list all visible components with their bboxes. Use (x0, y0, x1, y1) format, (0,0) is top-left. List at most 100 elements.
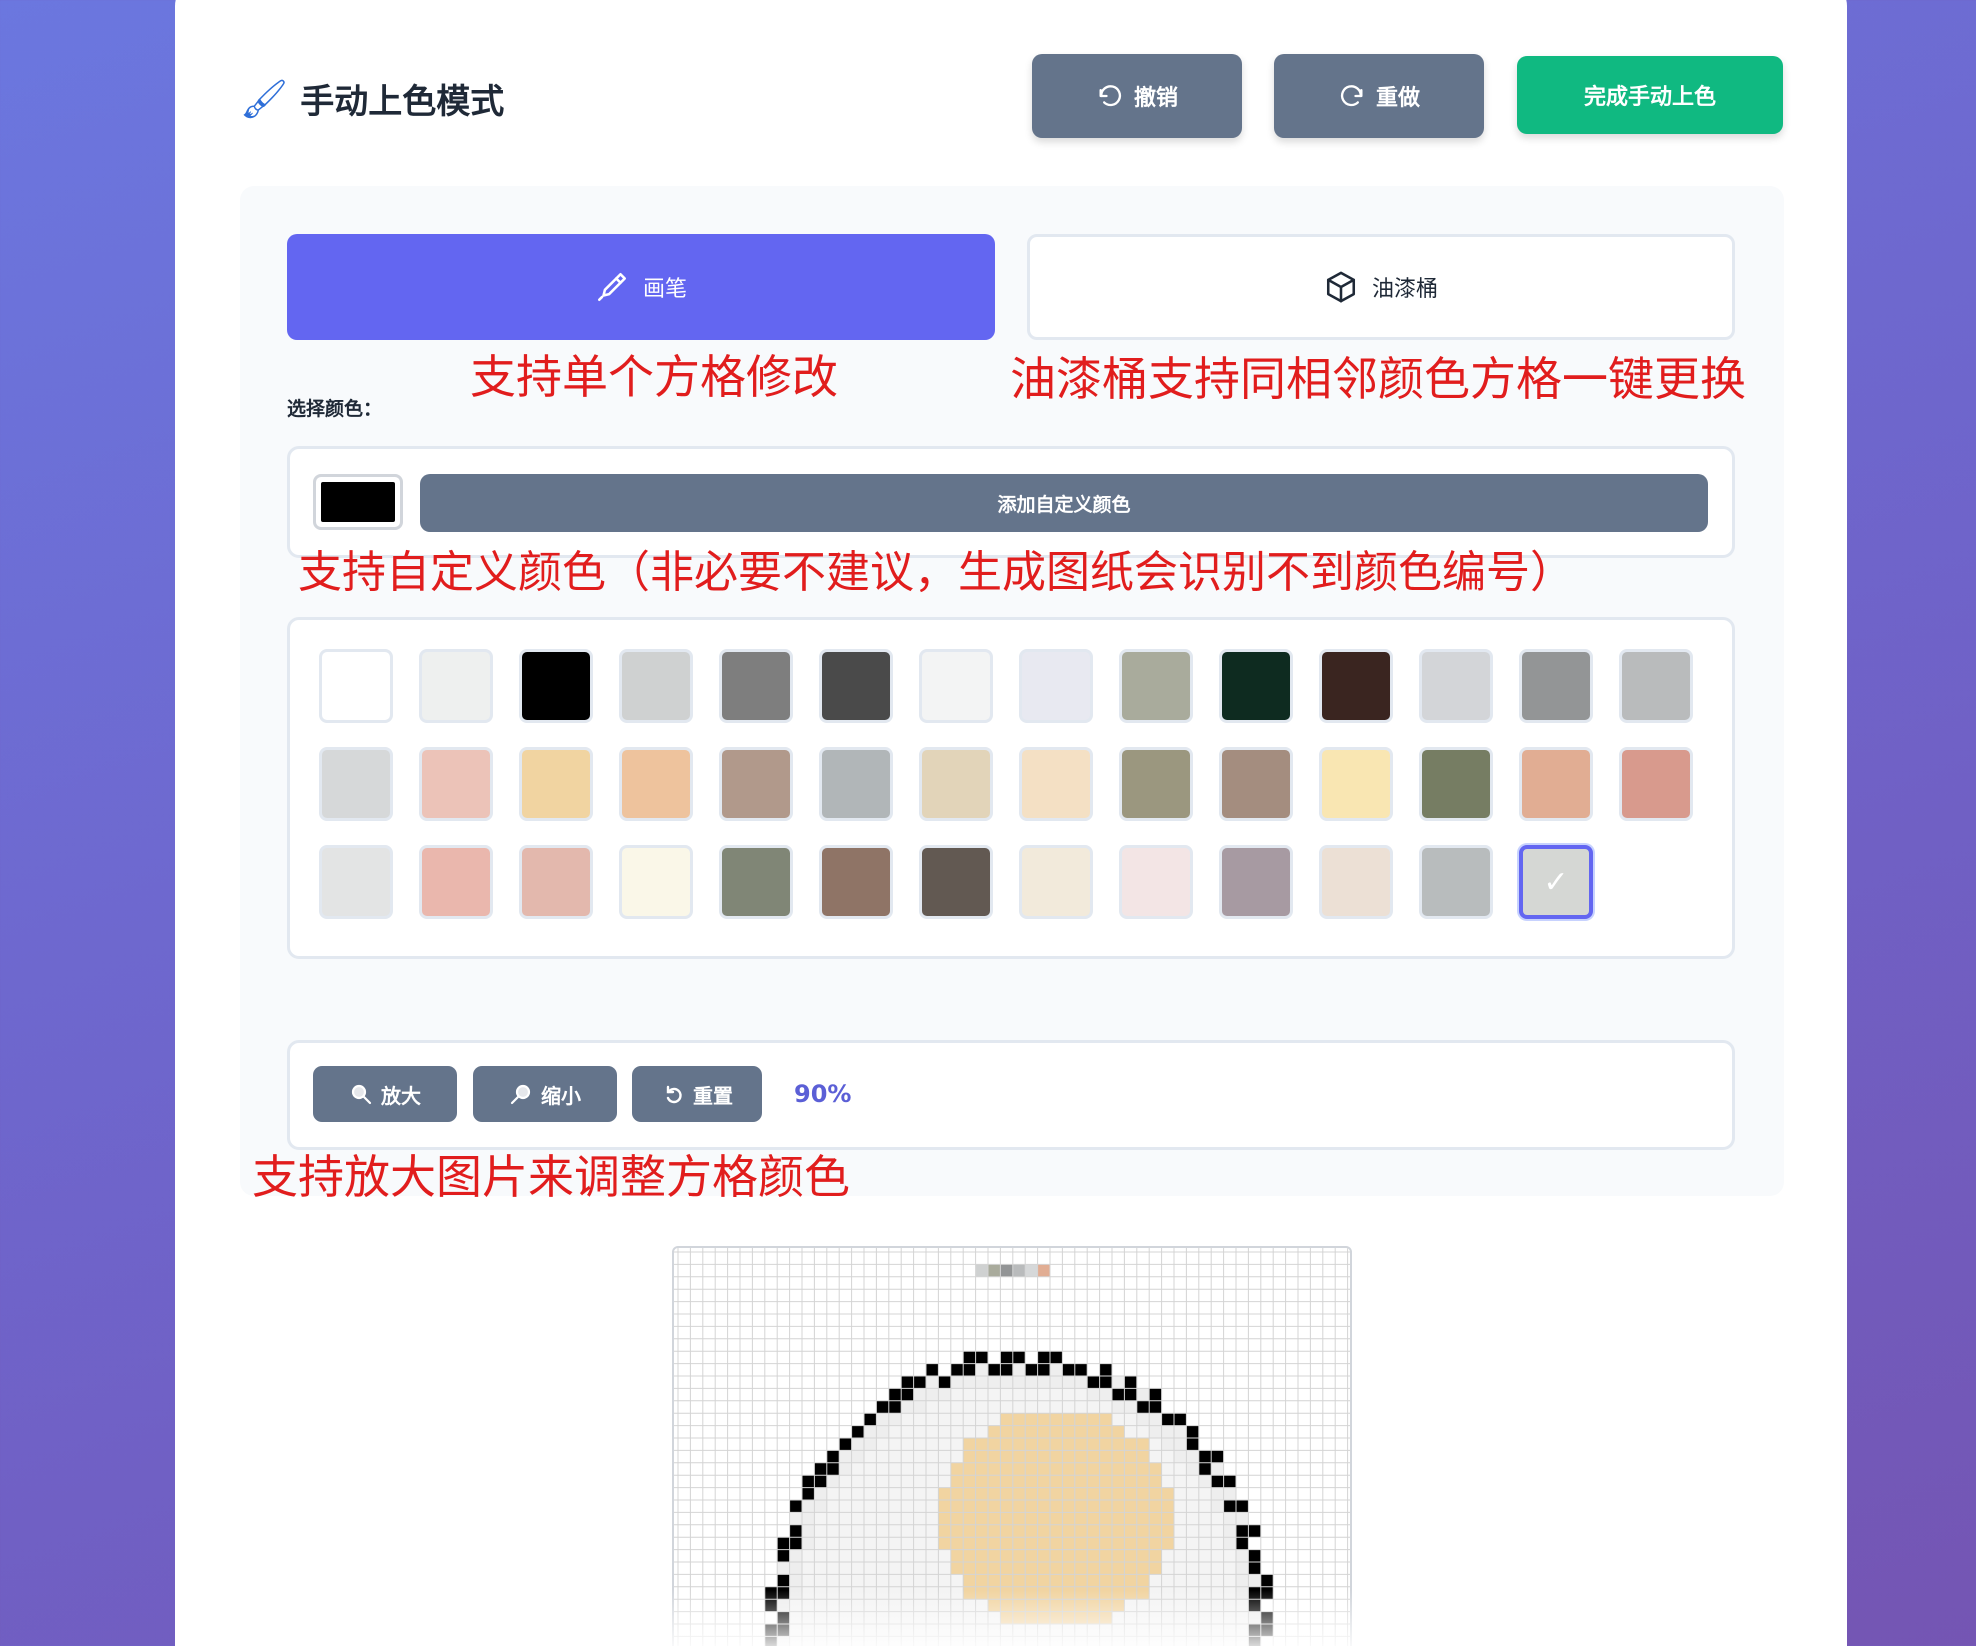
palette-swatch[interactable] (1519, 649, 1593, 723)
palette-swatch[interactable] (719, 845, 793, 919)
palette-swatch[interactable] (419, 649, 493, 723)
color-input-swatch[interactable] (313, 474, 403, 530)
pixel (1136, 1500, 1150, 1513)
brush-annotation: 支持单个方格修改 (470, 350, 838, 404)
pixel (963, 1562, 976, 1575)
pixel (1149, 1500, 1162, 1513)
palette-swatch[interactable] (1219, 747, 1293, 821)
pixel (1087, 1574, 1100, 1587)
palette-swatch[interactable] (1419, 747, 1493, 821)
add-custom-color-button[interactable]: 添加自定义颜色 (420, 474, 1708, 532)
pixel (876, 1500, 889, 1513)
palette-swatch[interactable] (719, 747, 793, 821)
palette-swatch[interactable] (919, 649, 993, 723)
palette-swatch[interactable] (319, 845, 393, 919)
pixel (963, 1475, 976, 1488)
palette-swatch[interactable] (519, 845, 593, 919)
pixel (963, 1487, 976, 1500)
pixel (901, 1413, 914, 1426)
pixel (826, 1450, 840, 1463)
brush-tool-button[interactable]: 画笔 (287, 234, 995, 340)
palette-swatch[interactable] (819, 845, 893, 919)
palette-swatch[interactable] (1319, 649, 1393, 723)
pixel (1174, 1549, 1187, 1562)
palette-swatch[interactable] (419, 747, 493, 821)
pixel (1062, 1524, 1075, 1538)
palette-swatch[interactable] (619, 747, 693, 821)
pixel (839, 1574, 852, 1587)
palette-swatch[interactable] (819, 649, 893, 723)
palette-swatch[interactable] (1419, 845, 1493, 919)
pixel (901, 1450, 914, 1463)
pixel (1025, 1574, 1038, 1587)
palette-swatch[interactable] (1119, 747, 1193, 821)
palette-swatch[interactable] (319, 747, 393, 821)
pixel (913, 1450, 926, 1463)
pixel (864, 1574, 877, 1587)
pixel (1000, 1537, 1013, 1550)
pixel (1050, 1524, 1063, 1538)
palette-swatch[interactable] (919, 845, 993, 919)
pixel (1186, 1562, 1199, 1575)
pixel (926, 1512, 939, 1525)
pixel (975, 1388, 988, 1401)
pixel (1174, 1512, 1187, 1525)
palette-swatch[interactable] (1019, 649, 1093, 723)
palette-swatch[interactable] (1619, 747, 1693, 821)
palette-swatch[interactable] (1119, 649, 1193, 723)
finish-coloring-button[interactable]: 完成手动上色 (1517, 56, 1783, 134)
pixel (1050, 1537, 1063, 1550)
pixel (988, 1500, 1001, 1513)
palette-swatch[interactable] (419, 845, 493, 919)
pixel (913, 1512, 926, 1525)
redo-button[interactable]: 重做 (1274, 54, 1484, 138)
palette-swatch[interactable] (519, 747, 593, 821)
pixel (839, 1537, 852, 1550)
palette-swatch[interactable] (719, 649, 793, 723)
reset-zoom-button[interactable]: 重置 (632, 1066, 762, 1122)
pixel (988, 1438, 1001, 1451)
pixel (1062, 1363, 1075, 1376)
pixel (1012, 1450, 1026, 1463)
palette-swatch[interactable] (1319, 747, 1393, 821)
pixel (1174, 1450, 1187, 1463)
palette-swatch[interactable] (1219, 649, 1293, 723)
pixel (1012, 1388, 1026, 1401)
palette-swatch[interactable] (1419, 649, 1493, 723)
palette-swatch[interactable] (1119, 845, 1193, 919)
page-title: 🖌 手动上色模式 (240, 76, 505, 123)
palette-swatch[interactable] (1219, 845, 1293, 919)
pixel (864, 1413, 877, 1426)
pixel (864, 1562, 877, 1575)
pixel (1112, 1487, 1125, 1500)
bottom-fade (175, 1590, 1847, 1646)
palette-swatch[interactable] (1619, 649, 1693, 723)
pixel (1000, 1425, 1013, 1438)
palette-swatch[interactable] (1319, 845, 1393, 919)
pixel (1000, 1500, 1013, 1513)
pixel (926, 1376, 939, 1389)
palette-swatch[interactable] (1019, 747, 1093, 821)
palette-swatch[interactable] (319, 649, 393, 723)
pixel (1037, 1363, 1050, 1376)
palette-swatch[interactable] (619, 845, 693, 919)
palette-swatch[interactable]: ✓ (1519, 845, 1593, 919)
palette-swatch[interactable] (1519, 747, 1593, 821)
pixel-canvas[interactable] (672, 1246, 1352, 1646)
pixel (1136, 1400, 1150, 1414)
pixel (1149, 1450, 1162, 1463)
palette-swatch[interactable] (919, 747, 993, 821)
palette-swatch[interactable] (519, 649, 593, 723)
pixel-grid[interactable] (674, 1248, 1352, 1646)
paint-bucket-tool-button[interactable]: 油漆桶 (1027, 234, 1735, 340)
palette-swatch[interactable] (1019, 845, 1093, 919)
pixel (888, 1425, 902, 1438)
palette-swatch[interactable] (619, 649, 693, 723)
pixel (1198, 1475, 1212, 1488)
palette-swatch[interactable] (819, 747, 893, 821)
zoom-in-button[interactable]: 放大 (313, 1066, 457, 1122)
pixel (888, 1500, 902, 1513)
pixel (1149, 1425, 1162, 1438)
zoom-out-button[interactable]: 缩小 (473, 1066, 617, 1122)
undo-button[interactable]: 撤销 (1032, 54, 1242, 138)
